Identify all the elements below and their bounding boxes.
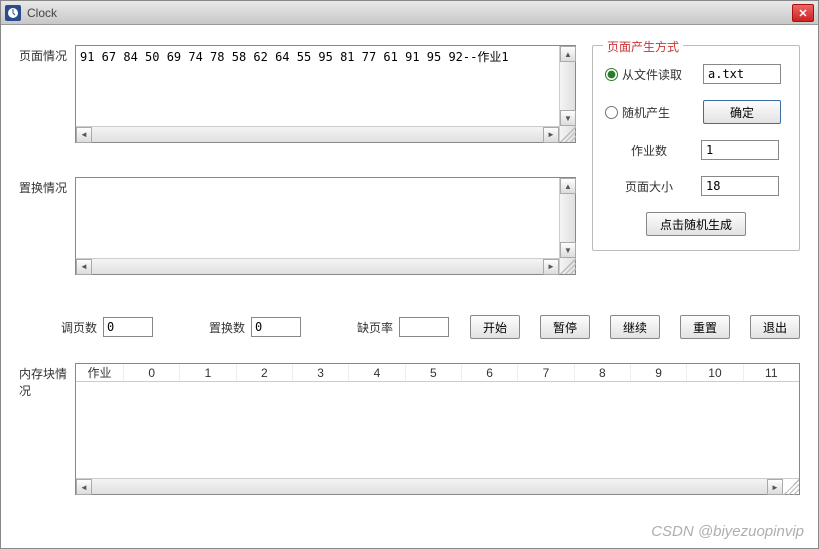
radio-random-label: 随机产生 xyxy=(622,104,670,121)
miss-input[interactable] xyxy=(399,317,449,337)
scroll-down-icon[interactable]: ▼ xyxy=(560,110,576,126)
replace-situation-row: 置换情况 ◄ ► xyxy=(19,177,576,275)
titlebar: Clock xyxy=(1,1,818,25)
jobs-label: 作业数 xyxy=(605,142,693,159)
replace-situation-content xyxy=(76,178,559,258)
scroll-left-icon[interactable]: ◄ xyxy=(76,259,92,275)
page-situation-textarea[interactable]: 91 67 84 50 69 74 78 58 62 64 55 95 81 7… xyxy=(75,45,576,143)
stats-row: 调页数 置换数 缺页率 开始 暂停 继续 重置 退出 xyxy=(19,315,800,339)
memory-header-7: 7 xyxy=(518,364,574,381)
replace-situation-label: 置换情况 xyxy=(19,177,75,196)
close-button[interactable] xyxy=(792,4,814,22)
memory-header-5: 5 xyxy=(406,364,462,381)
resize-grip-icon xyxy=(560,126,576,142)
memory-header-8: 8 xyxy=(575,364,631,381)
pause-button[interactable]: 暂停 xyxy=(540,315,590,339)
memory-header-2: 2 xyxy=(237,364,293,381)
memory-header: 作业 0 1 2 3 4 5 6 7 8 9 10 11 xyxy=(76,364,799,382)
v-scrollbar[interactable]: ▲ ▼ xyxy=(559,178,575,274)
reset-button[interactable]: 重置 xyxy=(680,315,730,339)
pages-input[interactable] xyxy=(103,317,153,337)
page-situation-content: 91 67 84 50 69 74 78 58 62 64 55 95 81 7… xyxy=(76,46,559,126)
h-scrollbar[interactable]: ◄ ► xyxy=(76,478,799,494)
app-icon xyxy=(5,5,21,21)
scroll-right-icon[interactable]: ► xyxy=(543,259,559,275)
replaces-label: 置换数 xyxy=(209,319,245,336)
memory-header-11: 11 xyxy=(744,364,799,381)
exit-button[interactable]: 退出 xyxy=(750,315,800,339)
scroll-down-icon[interactable]: ▼ xyxy=(560,242,576,258)
confirm-button[interactable]: 确定 xyxy=(703,100,781,124)
replace-situation-textarea[interactable]: ◄ ► ▲ ▼ xyxy=(75,177,576,275)
page-situation-row: 页面情况 91 67 84 50 69 74 78 58 62 64 55 95… xyxy=(19,45,576,143)
memory-header-job: 作业 xyxy=(76,364,124,381)
radio-from-file-label: 从文件读取 xyxy=(622,66,682,83)
radio-from-file[interactable] xyxy=(605,68,618,81)
memory-header-9: 9 xyxy=(631,364,687,381)
start-button[interactable]: 开始 xyxy=(470,315,520,339)
memory-label: 内存块情况 xyxy=(19,363,75,399)
watermark: CSDN @biyezuopinvip xyxy=(651,523,804,540)
h-scrollbar[interactable]: ◄ ► xyxy=(76,258,559,274)
memory-header-10: 10 xyxy=(687,364,743,381)
scroll-right-icon[interactable]: ► xyxy=(543,127,559,143)
random-generate-button[interactable]: 点击随机生成 xyxy=(646,212,746,236)
radio-random[interactable] xyxy=(605,106,618,119)
resize-grip-icon xyxy=(560,258,576,274)
window-title: Clock xyxy=(27,6,57,20)
pagesize-label: 页面大小 xyxy=(605,178,693,195)
app-window: Clock 页面情况 91 67 84 50 69 74 78 58 62 64… xyxy=(0,0,819,549)
scroll-left-icon[interactable]: ◄ xyxy=(76,479,92,495)
pages-label: 调页数 xyxy=(61,319,97,336)
v-scrollbar[interactable]: ▲ ▼ xyxy=(559,46,575,142)
replaces-input[interactable] xyxy=(251,317,301,337)
memory-header-0: 0 xyxy=(124,364,180,381)
memory-header-6: 6 xyxy=(462,364,518,381)
resize-grip-icon xyxy=(783,479,799,495)
file-input[interactable] xyxy=(703,64,781,84)
generation-groupbox: 页面产生方式 从文件读取 随机产生 确定 xyxy=(592,45,800,251)
close-icon xyxy=(799,9,807,17)
scroll-left-icon[interactable]: ◄ xyxy=(76,127,92,143)
content-area: 页面情况 91 67 84 50 69 74 78 58 62 64 55 95… xyxy=(1,25,818,548)
page-situation-label: 页面情况 xyxy=(19,45,75,64)
h-scrollbar[interactable]: ◄ ► xyxy=(76,126,559,142)
pagesize-input[interactable] xyxy=(701,176,779,196)
memory-row: 内存块情况 作业 0 1 2 3 4 5 6 7 8 9 10 11 xyxy=(19,363,800,495)
continue-button[interactable]: 继续 xyxy=(610,315,660,339)
memory-header-3: 3 xyxy=(293,364,349,381)
jobs-input[interactable] xyxy=(701,140,779,160)
scroll-up-icon[interactable]: ▲ xyxy=(560,178,576,194)
miss-label: 缺页率 xyxy=(357,319,393,336)
generation-title: 页面产生方式 xyxy=(603,38,683,55)
memory-header-1: 1 xyxy=(180,364,236,381)
memory-grid[interactable]: 作业 0 1 2 3 4 5 6 7 8 9 10 11 ◄ xyxy=(75,363,800,495)
scroll-right-icon[interactable]: ► xyxy=(767,479,783,495)
memory-body xyxy=(76,382,799,478)
memory-header-4: 4 xyxy=(349,364,405,381)
scroll-up-icon[interactable]: ▲ xyxy=(560,46,576,62)
